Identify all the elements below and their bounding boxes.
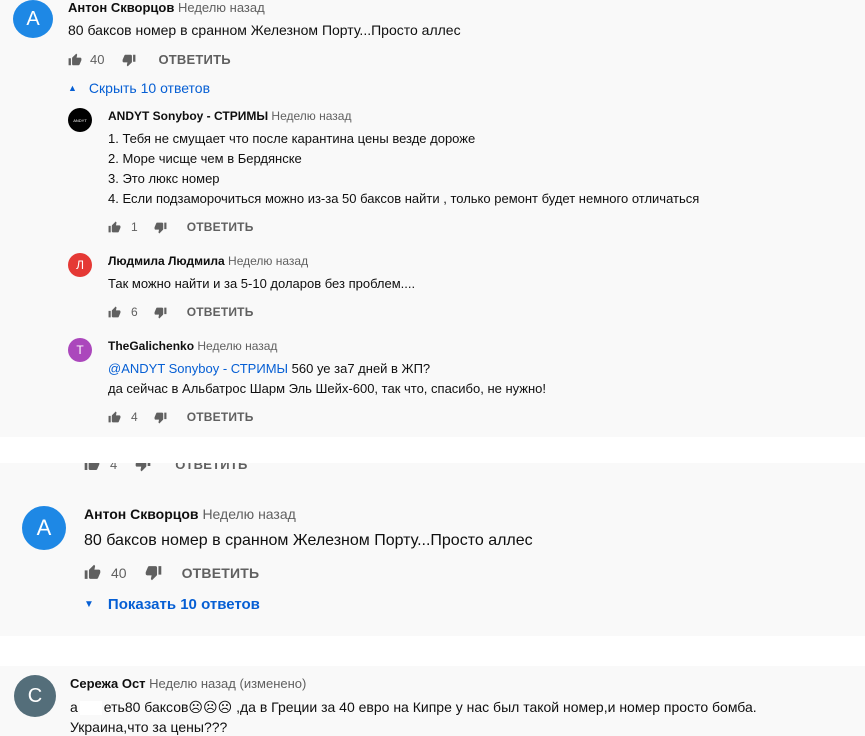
avatar[interactable]: Л xyxy=(68,253,92,277)
reply-button[interactable]: ОТВЕТИТЬ xyxy=(158,52,230,67)
reply-actions: 4 ОТВЕТИТЬ xyxy=(84,463,248,472)
dislike-icon[interactable] xyxy=(122,53,136,67)
timestamp[interactable]: Неделю назад xyxy=(271,109,351,123)
like-icon[interactable] xyxy=(84,463,100,472)
avatar[interactable]: А xyxy=(22,506,66,550)
comment-text-rest: еть80 баксов☹☹☹ ,да в Греции за 40 евро … xyxy=(103,699,757,715)
like-count: 4 xyxy=(131,410,138,424)
like-count: 6 xyxy=(131,305,138,319)
reply-text-line-2: да сейчас в Альбатрос Шарм Эль Шейх-600,… xyxy=(108,381,547,396)
author-name[interactable]: ANDYT Sonyboy - СТРИМЫ xyxy=(108,109,268,123)
like-count: 4 xyxy=(110,463,118,472)
reply-header: Людмила Людмила Неделю назад xyxy=(108,254,308,268)
reply-text-line-4: 4. Если подзаморочиться можно из-за 50 б… xyxy=(108,191,700,206)
redacted-block xyxy=(79,701,102,716)
channel-logo: ANDYT xyxy=(73,117,87,123)
dislike-icon[interactable] xyxy=(135,463,151,472)
reply-button[interactable]: ОТВЕТИТЬ xyxy=(187,410,254,424)
reply-button[interactable]: ОТВЕТИТЬ xyxy=(187,220,254,234)
author-name[interactable]: Антон Скворцов xyxy=(84,506,199,522)
avatar-letter: С xyxy=(27,684,43,707)
dislike-icon[interactable] xyxy=(154,306,167,319)
avatar-letter: Л xyxy=(76,258,84,272)
like-icon[interactable] xyxy=(84,564,101,581)
timestamp[interactable]: Неделю назад xyxy=(178,0,265,15)
avatar-letter: А xyxy=(26,7,40,30)
reply-text: Так можно найти и за 5-10 доларов без пр… xyxy=(108,276,416,291)
comment-text: 80 баксов номер в сранном Железном Порту… xyxy=(68,22,461,38)
like-count: 40 xyxy=(111,564,127,581)
reply-text-line-3: 3. Это люкс номер xyxy=(108,171,220,186)
avatar[interactable]: T xyxy=(68,338,92,362)
like-icon[interactable] xyxy=(108,411,121,424)
comment-text-start: а xyxy=(70,699,78,715)
reply-header: TheGalichenko Неделю назад xyxy=(108,339,277,353)
reply-actions: 6 ОТВЕТИТЬ xyxy=(108,305,254,319)
reply-button[interactable]: ОТВЕТИТЬ xyxy=(175,463,247,472)
comment-actions: 40 ОТВЕТИТЬ xyxy=(68,52,231,67)
clipped-actions-row: 4 ОТВЕТИТЬ xyxy=(0,463,865,473)
like-count: 40 xyxy=(90,52,105,67)
like-icon[interactable] xyxy=(108,221,121,234)
like-count: 1 xyxy=(131,220,138,234)
like-icon[interactable] xyxy=(68,53,82,67)
avatar[interactable]: ANDYT xyxy=(68,108,92,132)
comment-actions: 40 ОТВЕТИТЬ xyxy=(84,564,259,581)
reply-button[interactable]: ОТВЕТИТЬ xyxy=(187,305,254,319)
reply-text-line-1: @ANDYT Sonyboy - СТРИМЫ 560 уе за7 дней … xyxy=(108,361,430,376)
comment-text-line-1: а еть80 баксов☹☹☹ ,да в Греции за 40 евро… xyxy=(70,699,757,716)
dislike-icon[interactable] xyxy=(154,411,167,424)
show-replies-toggle[interactable]: ▼ Показать 10 ответов xyxy=(84,596,260,613)
comment-text-line-2: Украина,что за цены??? xyxy=(70,719,228,735)
avatar-letter: T xyxy=(76,343,84,357)
reply-button[interactable]: ОТВЕТИТЬ xyxy=(182,565,260,581)
author-name[interactable]: Людмила Людмила xyxy=(108,254,225,268)
reply-text-rest: 560 уе за7 дней в ЖП? xyxy=(288,361,431,376)
separator-2 xyxy=(0,636,865,666)
reply-actions: 1 ОТВЕТИТЬ xyxy=(108,220,254,234)
avatar[interactable]: С xyxy=(14,675,56,717)
like-icon[interactable] xyxy=(108,306,121,319)
avatar-letter: А xyxy=(36,515,52,540)
hide-replies-toggle[interactable]: ▲ Скрыть 10 ответов xyxy=(68,80,210,96)
chevron-down-icon: ▼ xyxy=(84,599,94,610)
reply-actions: 4 ОТВЕТИТЬ xyxy=(108,410,254,424)
dislike-icon[interactable] xyxy=(154,221,167,234)
reply-text-line-1: 1. Тебя не смущает что после карантина ц… xyxy=(108,131,476,146)
comment-text: 80 баксов номер в сранном Железном Порту… xyxy=(84,532,533,549)
author-name[interactable]: Сережа Ост xyxy=(70,676,146,691)
timestamp[interactable]: Неделю назад (изменено) xyxy=(149,676,306,691)
dislike-icon[interactable] xyxy=(145,564,162,581)
reply-text-line-2: 2. Море чисще чем в Бердянске xyxy=(108,151,302,166)
timestamp[interactable]: Неделю назад xyxy=(197,339,277,353)
toggle-label: Скрыть 10 ответов xyxy=(88,80,211,96)
avatar[interactable]: А xyxy=(13,0,53,38)
comment-header: Сережа Ост Неделю назад (изменено) xyxy=(70,676,306,691)
comment-header: Антон Скворцов Неделю назад xyxy=(68,0,265,15)
author-name[interactable]: Антон Скворцов xyxy=(68,0,174,15)
timestamp[interactable]: Неделю назад xyxy=(202,506,295,522)
comment-header: Антон Скворцов Неделю назад xyxy=(84,506,296,522)
reply-header: ANDYT Sonyboy - СТРИМЫ Неделю назад xyxy=(108,109,351,123)
toggle-label: Показать 10 ответов xyxy=(107,596,260,613)
timestamp[interactable]: Неделю назад xyxy=(228,254,308,268)
author-name[interactable]: TheGalichenko xyxy=(108,339,194,353)
mention-link[interactable]: @ANDYT Sonyboy - СТРИМЫ xyxy=(108,361,288,376)
chevron-up-icon: ▲ xyxy=(68,83,77,93)
